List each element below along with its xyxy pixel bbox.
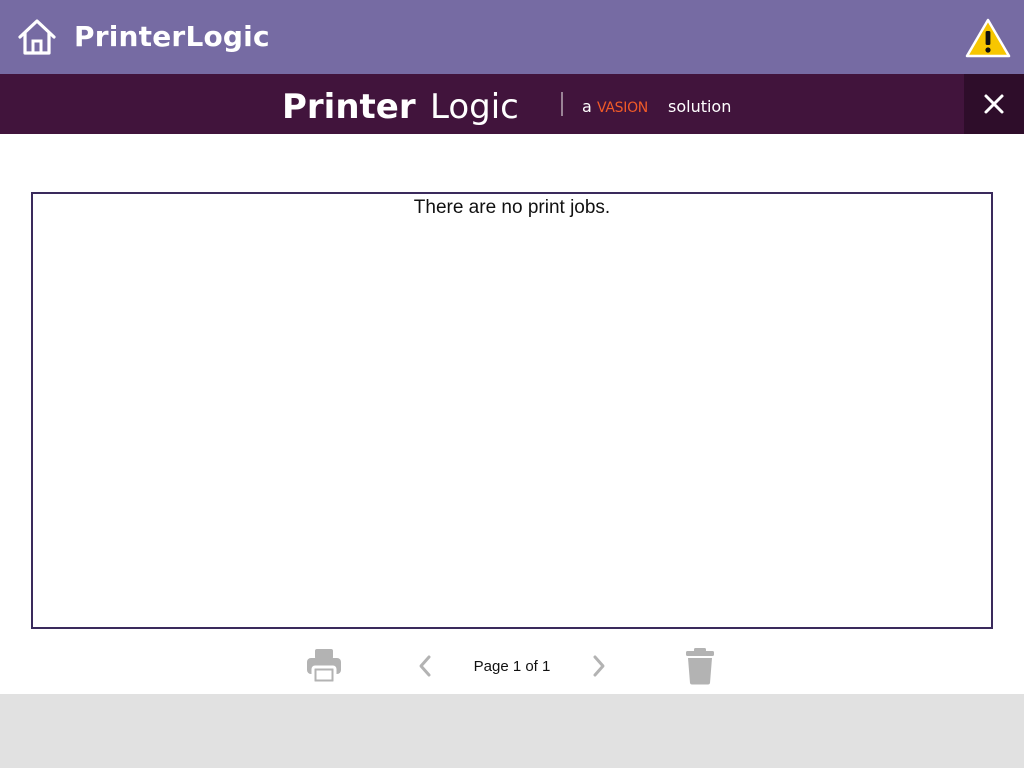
warning-icon [965, 18, 1011, 58]
printerlogic-vasion-logo: Printer Logic a VASION solution [282, 87, 731, 126]
print-button[interactable] [304, 646, 344, 686]
chevron-left-icon [419, 655, 431, 677]
print-jobs-list[interactable]: There are no print jobs. [31, 192, 993, 629]
logo-text-vasion: VASION [597, 100, 648, 116]
next-page-button[interactable] [588, 653, 610, 679]
page-indicator: Page 1 of 1 [473, 658, 551, 675]
chevron-right-icon [593, 655, 605, 677]
brand-banner: Printer Logic a VASION solution [0, 74, 1024, 134]
printer-icon [307, 649, 341, 685]
warning-button[interactable] [964, 17, 1012, 59]
jobs-toolbar: Page 1 of 1 [0, 640, 1024, 694]
home-icon [18, 19, 56, 55]
close-button[interactable] [964, 74, 1024, 134]
top-header-bar: PrinterLogic [0, 0, 1024, 74]
logo-text-solution: solution [668, 97, 731, 116]
close-icon [984, 94, 1004, 114]
trash-icon [686, 648, 714, 685]
app-title: PrinterLogic [74, 20, 270, 53]
footer-area [0, 694, 1024, 768]
logo-text-logic: Logic [430, 87, 519, 126]
previous-page-button[interactable] [414, 653, 436, 679]
delete-button[interactable] [682, 646, 718, 686]
logo-text-printer: Printer [282, 87, 416, 126]
empty-jobs-message: There are no print jobs. [413, 197, 611, 218]
home-button[interactable] [16, 16, 58, 58]
logo-text-a: a [582, 97, 592, 116]
